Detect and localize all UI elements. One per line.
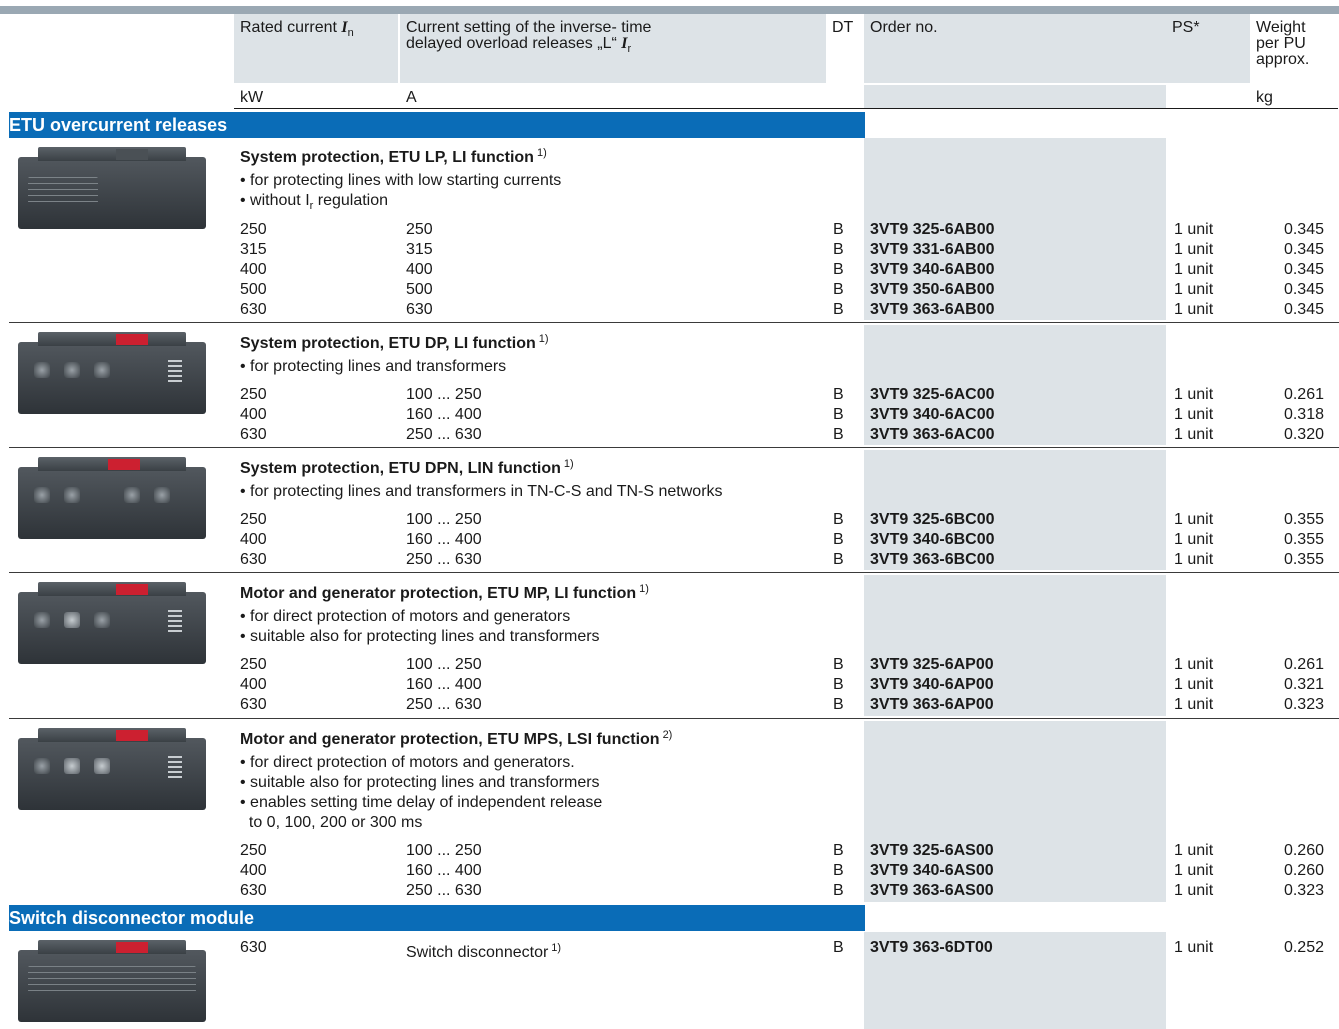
- table-row: 500 500 B 3VT9 350-6AB00 1 unit 0.345: [240, 281, 1324, 298]
- unit-rule: [234, 108, 1338, 109]
- table-row: 630 630 B 3VT9 363-6AB00 1 unit 0.345: [240, 301, 1324, 318]
- table-row: 250 100 ... 250 B 3VT9 325-6AS00 1 unit 0.260: [240, 842, 1324, 859]
- table-row: 400 160 ... 400 B 3VT9 340-6BC00 1 unit 0.355: [240, 531, 1324, 548]
- unit-kw: kW: [240, 89, 264, 106]
- group-bullet: • suitable also for protecting lines and…: [240, 774, 600, 791]
- section-etu-overcurrent-releases: ETU overcurrent releases: [9, 112, 865, 138]
- table-row: 400 160 ... 400 B 3VT9 340-6AC00 1 unit 0.318: [240, 406, 1324, 423]
- header-dt: DT: [832, 19, 854, 36]
- group-bullet: • for direct protection of motors and ge…: [240, 608, 571, 625]
- table-row: 630 Switch disconnector 1) B 3VT9 363-6DT…: [240, 939, 1324, 961]
- etu-mps-release-image: [18, 728, 206, 814]
- table-row: 250 100 ... 250 B 3VT9 325-6AC00 1 unit 0.261: [240, 386, 1324, 403]
- group-divider: [9, 572, 1339, 573]
- table-row: 400 160 ... 400 B 3VT9 340-6AS00 1 unit 0.260: [240, 862, 1324, 879]
- group-title: System protection, ETU DPN, LIN function…: [240, 458, 574, 477]
- header-current-setting: Current setting of the inverse- time del…: [406, 19, 652, 56]
- table-row: 630 250 ... 630 B 3VT9 363-6AP00 1 unit 0.323: [240, 696, 1324, 713]
- table-row: 630 250 ... 630 B 3VT9 363-6AS00 1 unit 0.323: [240, 882, 1324, 899]
- unit-order-cell: [864, 85, 1166, 109]
- table-row: 400 400 B 3VT9 340-6AB00 1 unit 0.345: [240, 261, 1324, 278]
- group-bullet: • for protecting lines and transformers: [240, 358, 507, 375]
- table-row: 630 250 ... 630 B 3VT9 363-6AC00 1 unit 0.320: [240, 426, 1324, 443]
- header-order-no: Order no.: [870, 19, 938, 36]
- group-bullet: • for protecting lines and transformers …: [240, 483, 723, 500]
- group-title: System protection, ETU DP, LI function 1): [240, 333, 549, 352]
- table-row: 630 250 ... 630 B 3VT9 363-6BC00 1 unit 0.355: [240, 551, 1324, 568]
- group-title: System protection, ETU LP, LI function 1): [240, 147, 547, 166]
- group-bullet: • for protecting lines with low starting…: [240, 172, 562, 189]
- table-row: 400 160 ... 400 B 3VT9 340-6AP00 1 unit 0.321: [240, 676, 1324, 693]
- group-divider: [9, 447, 1339, 448]
- group-divider: [9, 322, 1339, 323]
- group-bullet: • suitable also for protecting lines and…: [240, 628, 600, 645]
- header-weight: Weight per PU approx.: [1256, 19, 1310, 68]
- header-rated-current: Rated current In: [240, 19, 354, 40]
- header-ps: PS*: [1172, 19, 1200, 36]
- top-rule: [0, 6, 1339, 14]
- etu-lp-release-image: [18, 147, 206, 229]
- group-bullet: • without Ir regulation: [240, 192, 389, 213]
- table-row: 250 100 ... 250 B 3VT9 325-6AP00 1 unit 0.261: [240, 656, 1324, 673]
- group-title: Motor and generator protection, ETU MPS,…: [240, 729, 673, 748]
- group-bullet: • for direct protection of motors and ge…: [240, 754, 575, 771]
- group-bullet: • enables setting time delay of independ…: [240, 794, 603, 811]
- table-row: 315 315 B 3VT9 331-6AB00 1 unit 0.345: [240, 241, 1324, 258]
- unit-a: A: [406, 89, 417, 106]
- unit-kg: kg: [1256, 89, 1273, 106]
- table-row: 250 250 B 3VT9 325-6AB00 1 unit 0.345: [240, 221, 1324, 238]
- group-bullet: to 0, 100, 200 or 300 ms: [240, 814, 423, 831]
- group-divider: [9, 718, 1339, 719]
- section-switch-disconnector-module: Switch disconnector module: [9, 905, 865, 931]
- group-title: Motor and generator protection, ETU MP, …: [240, 583, 649, 602]
- table-row: 250 100 ... 250 B 3VT9 325-6BC00 1 unit 0.355: [240, 511, 1324, 528]
